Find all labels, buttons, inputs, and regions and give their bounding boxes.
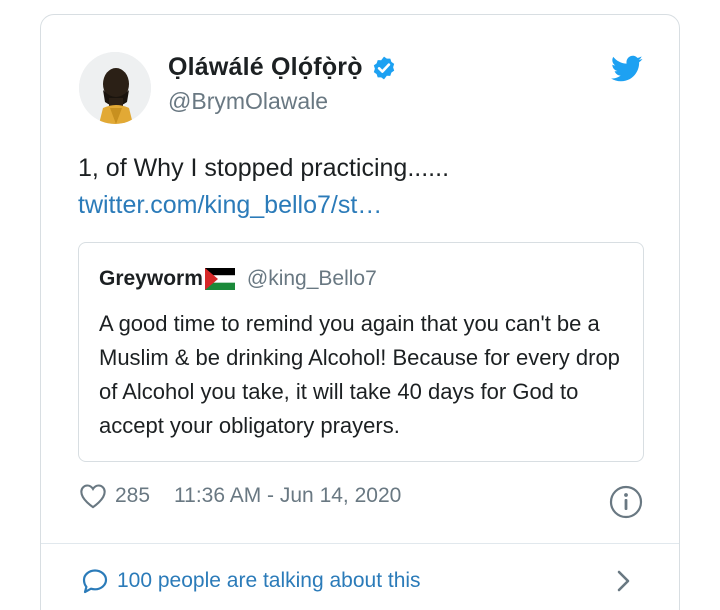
- talking-count-text[interactable]: 100 people are talking about this: [117, 569, 421, 593]
- avatar-portrait-icon: [79, 52, 151, 124]
- tweet-text: 1, of Why I stopped practicing...... twi…: [78, 150, 449, 224]
- chevron-right-icon[interactable]: [613, 567, 635, 595]
- info-icon[interactable]: [609, 485, 643, 519]
- author-name-row[interactable]: Ọláwálé Ọlọ́fọ̀rọ̀: [168, 53, 397, 82]
- heart-icon[interactable]: [79, 483, 107, 509]
- avatar[interactable]: [79, 52, 151, 124]
- twitter-bird-icon[interactable]: [611, 55, 643, 83]
- author-handle[interactable]: @BrymOlawale: [168, 88, 328, 115]
- tweet-meta: 285 11:36 AM - Jun 14, 2020: [79, 483, 401, 509]
- quoted-tweet[interactable]: Greyworm @king_Bello7 A good time to rem…: [78, 242, 644, 462]
- footer-divider: [41, 543, 679, 544]
- quoted-author-name: Greyworm: [99, 267, 203, 290]
- conversation-link[interactable]: 100 people are talking about this: [81, 567, 421, 595]
- tweet-card[interactable]: Ọláwálé Ọlọ́fọ̀rọ̀ @BrymOlawale 1, of Wh…: [40, 14, 680, 610]
- like-count[interactable]: 285: [115, 484, 150, 508]
- quoted-author-handle: @king_Bello7: [246, 267, 377, 290]
- quoted-tweet-text: A good time to remind you again that you…: [99, 311, 620, 438]
- tweet-body: 1, of Why I stopped practicing......: [78, 154, 450, 182]
- tweet-link[interactable]: twitter.com/king_bello7/st…: [78, 187, 449, 224]
- speech-bubble-icon: [82, 569, 108, 594]
- palestine-flag-icon: [204, 268, 235, 290]
- verified-badge-icon: [373, 56, 394, 79]
- quoted-tweet-header: Greyworm @king_Bello7: [99, 267, 377, 291]
- tweet-timestamp[interactable]: 11:36 AM - Jun 14, 2020: [174, 484, 401, 508]
- author-display-name[interactable]: Ọláwálé Ọlọ́fọ̀rọ̀: [168, 53, 363, 82]
